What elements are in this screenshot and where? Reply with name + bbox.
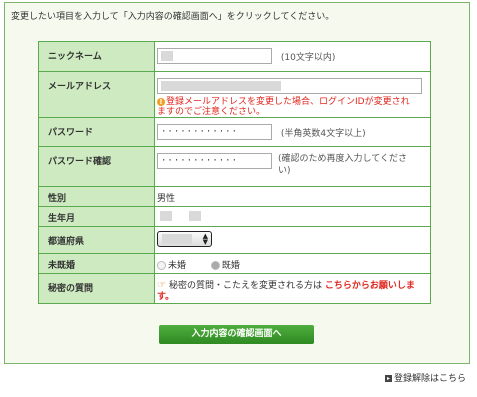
password-confirm-label: パスワード確認 [38, 146, 155, 187]
secret-question-label: 秘密の質問 [38, 273, 155, 304]
nickname-input[interactable] [157, 48, 272, 64]
password-input[interactable]: ············ [157, 124, 272, 140]
redacted-value [160, 211, 172, 221]
gender-label: 性別 [38, 186, 155, 207]
password-confirm-note: (確認のため再度入力してください) [278, 154, 407, 176]
redacted-value [161, 80, 281, 91]
redacted-value [188, 211, 201, 221]
redacted-value [161, 50, 173, 61]
prefecture-select[interactable]: ▲ ▼ [157, 231, 212, 247]
email-warning: ! 登録メールアドレスを変更した場合、ログインIDが変更されますのでご注意ください… [157, 97, 430, 117]
row-prefecture: 都道府県 ▲ ▼ [38, 226, 431, 254]
row-password-confirm: パスワード確認 ············ (確認のため再度入力してください) [38, 146, 431, 187]
redacted-value [162, 234, 192, 244]
row-marital: 未既婚 未婚 既婚 [38, 253, 431, 274]
row-password: パスワード ············ (半角英数4文字以上) [38, 117, 431, 147]
password-confirm-input[interactable]: ············ [157, 153, 272, 169]
row-birthdate: 生年月 [38, 206, 431, 227]
prefecture-label: 都道府県 [38, 226, 155, 254]
intro-text: 変更したい項目を入力して「入力内容の確認画面へ」をクリックしてください。 [11, 12, 335, 22]
row-gender: 性別 男性 [38, 186, 431, 207]
row-secret-question: 秘密の質問 ☞ 秘密の質問・こたえを変更される方は こちらからお願いします。 [38, 273, 431, 304]
email-warning-text: 登録メールアドレスを変更した場合、ログインIDが変更されますのでご注意ください。 [157, 97, 410, 117]
marital-label: 未既婚 [38, 253, 155, 274]
unregister-label: 登録解除はこちら [393, 374, 466, 384]
arrow-box-icon: ▸ [384, 375, 392, 382]
unregister-link[interactable]: ▸ 登録解除はこちら [384, 371, 466, 384]
email-label: メールアドレス [38, 71, 155, 118]
marital-option-married: 既婚 [221, 261, 240, 271]
marital-option-single: 未婚 [168, 261, 187, 271]
birthdate-label: 生年月 [38, 206, 155, 227]
row-email: メールアドレス ! 登録メールアドレスを変更した場合、ログインIDが変更されますの… [38, 71, 431, 118]
marital-radio-married[interactable] [210, 261, 220, 270]
secret-question-text: 秘密の質問・こたえを変更される方は [168, 281, 322, 291]
password-note: (半角英数4文字以上) [280, 128, 366, 139]
select-arrows-icon: ▲ ▼ [202, 232, 208, 246]
email-input[interactable] [157, 78, 422, 94]
row-nickname: ニックネーム (10文字以内) [38, 41, 431, 72]
password-label: パスワード [38, 117, 155, 147]
confirm-submit-button[interactable]: 入力内容の確認画面へ [159, 325, 314, 344]
gender-value: 男性 [154, 186, 431, 207]
warning-icon: ! [157, 98, 165, 106]
hand-pointer-icon: ☞ [157, 280, 166, 291]
nickname-note: (10文字以内) [280, 52, 336, 63]
nickname-label: ニックネーム [38, 41, 155, 72]
profile-form-table: ニックネーム (10文字以内) メールアドレス ! 登録メールアドレスを変更した場… [38, 41, 431, 304]
marital-radio-single[interactable] [157, 261, 166, 270]
